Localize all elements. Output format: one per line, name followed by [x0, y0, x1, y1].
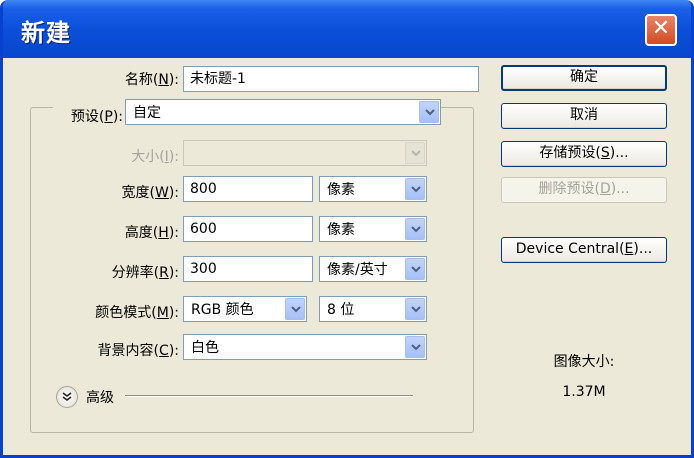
background-select[interactable]: 白色	[183, 334, 427, 360]
chevron-down-icon[interactable]	[285, 298, 305, 320]
height-label: 高度(H):	[124, 225, 179, 241]
device-central-button[interactable]: Device Central(E)...	[501, 237, 667, 263]
name-input[interactable]: 未标题-1	[183, 66, 479, 92]
color-mode-select[interactable]: RGB 颜色	[183, 296, 307, 322]
close-button[interactable]: ✕	[645, 14, 677, 46]
height-input[interactable]: 600	[183, 216, 313, 242]
width-label: 宽度(W):	[121, 185, 180, 201]
preset-value: 自定	[133, 105, 161, 121]
width-unit-select[interactable]: 像素	[319, 176, 427, 202]
name-label: 名称(N):	[124, 72, 179, 88]
chevron-down-icon[interactable]	[419, 101, 439, 123]
preset-select[interactable]: 自定	[125, 99, 441, 125]
preset-label: 预设(P):	[53, 106, 125, 126]
chevron-down-icon[interactable]	[405, 218, 425, 240]
dialog-title: 新建	[21, 19, 71, 47]
save-preset-button[interactable]: 存储预设(S)...	[501, 141, 667, 167]
size-select	[183, 140, 427, 166]
width-input[interactable]: 800	[183, 176, 313, 202]
advanced-toggle[interactable]	[56, 386, 78, 408]
width-unit-value: 像素	[327, 182, 355, 198]
bit-depth-value: 8 位	[327, 302, 355, 318]
title-bar[interactable]: 新建 ✕	[3, 0, 691, 58]
close-icon: ✕	[651, 16, 671, 41]
resolution-unit-select[interactable]: 像素/英寸	[319, 256, 427, 282]
resolution-unit-value: 像素/英寸	[327, 262, 388, 278]
background-label: 背景内容(C):	[97, 343, 179, 359]
height-unit-value: 像素	[327, 222, 355, 238]
double-chevron-down-icon	[62, 392, 72, 401]
advanced-divider	[125, 395, 413, 397]
chevron-down-icon[interactable]	[405, 336, 425, 358]
image-size-label: 图像大小:	[553, 354, 615, 370]
ok-button[interactable]: 确定	[501, 65, 667, 91]
chevron-down-icon[interactable]	[405, 298, 425, 320]
chevron-down-icon[interactable]	[405, 178, 425, 200]
bit-depth-select[interactable]: 8 位	[319, 296, 427, 322]
delete-preset-button: 删除预设(D)...	[501, 177, 667, 203]
new-document-dialog: 新建 ✕ 名称(N): 未标题-1 预设(P): 自定 大小(I): 宽度(W)…	[0, 0, 694, 458]
advanced-label: 高级	[86, 390, 114, 406]
chevron-down-icon[interactable]	[405, 258, 425, 280]
image-size-value: 1.37M	[562, 384, 606, 400]
resolution-input[interactable]: 300	[183, 256, 313, 282]
background-value: 白色	[191, 340, 219, 356]
resolution-label: 分辨率(R):	[111, 265, 179, 281]
dialog-body: 名称(N): 未标题-1 预设(P): 自定 大小(I): 宽度(W): 800…	[3, 58, 691, 455]
height-unit-select[interactable]: 像素	[319, 216, 427, 242]
color-mode-label: 颜色模式(M):	[95, 305, 179, 321]
chevron-down-icon	[405, 142, 425, 164]
color-mode-value: RGB 颜色	[191, 302, 254, 318]
cancel-button[interactable]: 取消	[501, 103, 667, 129]
size-label: 大小(I):	[131, 149, 179, 165]
